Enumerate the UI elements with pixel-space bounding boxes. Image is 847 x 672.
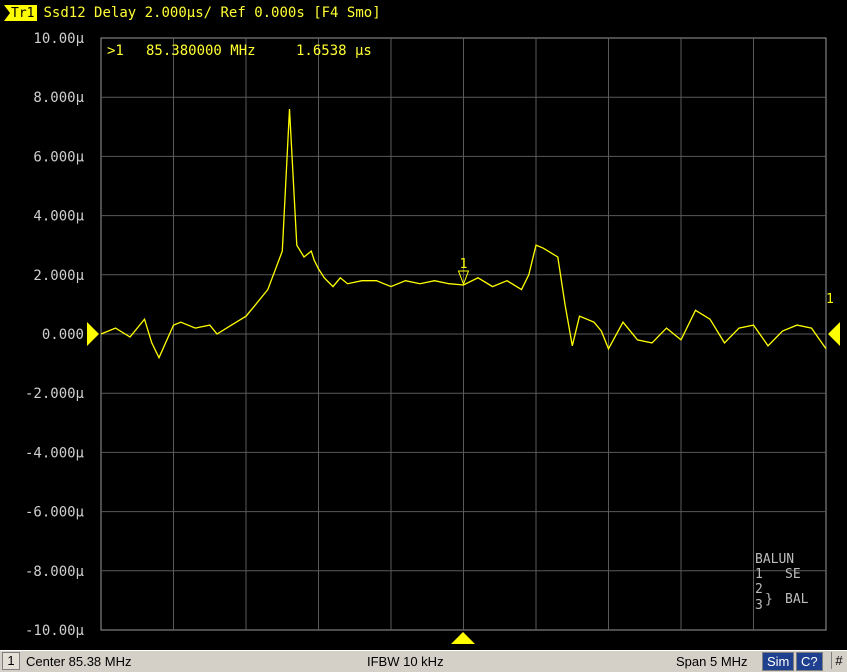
channel-indicator[interactable]: 1 bbox=[2, 652, 20, 670]
if-bandwidth[interactable]: IFBW 10 kHz bbox=[367, 653, 444, 670]
hash-indicator[interactable]: # bbox=[831, 652, 846, 669]
status-bar: 1 Center 85.38 MHz IFBW 10 kHz Span 5 MH… bbox=[0, 650, 847, 672]
balun-port-3: 3 bbox=[755, 598, 763, 613]
balun-type-bal: BAL bbox=[785, 592, 809, 607]
trace-header[interactable]: Tr1 Ssd12 Delay 2.000µs/ Ref 0.000s [F4 … bbox=[4, 4, 381, 22]
grid bbox=[101, 38, 826, 630]
analyzer-screen: 10.00µ 8.000µ 6.000µ 4.000µ 2.000µ 0.000 -2.00… bbox=[0, 0, 847, 672]
span[interactable]: Span 5 MHz bbox=[676, 653, 748, 670]
trace-settings-text: Ssd12 Delay 2.000µs/ Ref 0.000s [F4 Smo] bbox=[43, 5, 381, 21]
center-frequency[interactable]: Center 85.38 MHz bbox=[26, 653, 132, 670]
chart-area[interactable]: 10.00µ 8.000µ 6.000µ 4.000µ 2.000µ 0.000 -2.00… bbox=[0, 0, 847, 650]
y-tick-label: -4.000µ bbox=[25, 445, 85, 461]
trace-end-marker-label: 1 bbox=[826, 292, 834, 307]
ref-level-left-arrow-icon[interactable] bbox=[87, 322, 99, 346]
active-trace-icon bbox=[4, 5, 10, 21]
y-tick-label: -2.000µ bbox=[25, 386, 85, 402]
y-tick-label: 8.000µ bbox=[33, 90, 84, 106]
balun-title: BALUN bbox=[755, 552, 794, 567]
y-tick-label: -8.000µ bbox=[25, 564, 85, 580]
y-tick-label: -6.000µ bbox=[25, 505, 85, 521]
marker-readout-frequency: 85.380000 MHz bbox=[146, 43, 256, 59]
calibration-badge[interactable]: C? bbox=[796, 652, 823, 671]
trace-label: Tr1 bbox=[11, 5, 35, 21]
y-tick-label: 6.000µ bbox=[33, 149, 84, 165]
center-frequency-arrow-icon[interactable] bbox=[451, 632, 475, 644]
y-tick-label: 10.00µ bbox=[33, 31, 84, 47]
balun-port-2: 2 bbox=[755, 582, 763, 597]
y-tick-label: 2.000µ bbox=[33, 268, 84, 284]
balun-type-se: SE bbox=[785, 567, 801, 582]
y-tick-label: 0.000 bbox=[42, 327, 84, 343]
balun-port-1: 1 bbox=[755, 567, 763, 582]
ref-level-right-arrow-icon[interactable] bbox=[828, 322, 840, 346]
marker-readout-pointer: >1 bbox=[107, 43, 124, 59]
y-tick-labels: 10.00µ 8.000µ 6.000µ 4.000µ 2.000µ 0.000 -2.00… bbox=[25, 31, 85, 639]
marker-readout-value: 1.6538 µs bbox=[296, 43, 372, 59]
y-tick-label: 4.000µ bbox=[33, 209, 84, 225]
y-tick-label: -10.00µ bbox=[25, 623, 85, 639]
sim-badge[interactable]: Sim bbox=[762, 652, 795, 671]
balun-legend: BALUN 1 SE 2 } BAL 3 bbox=[755, 552, 809, 613]
marker-number: 1 bbox=[460, 257, 468, 272]
balun-brace: } bbox=[765, 592, 773, 607]
trace-tag[interactable]: Tr1 bbox=[4, 5, 38, 21]
